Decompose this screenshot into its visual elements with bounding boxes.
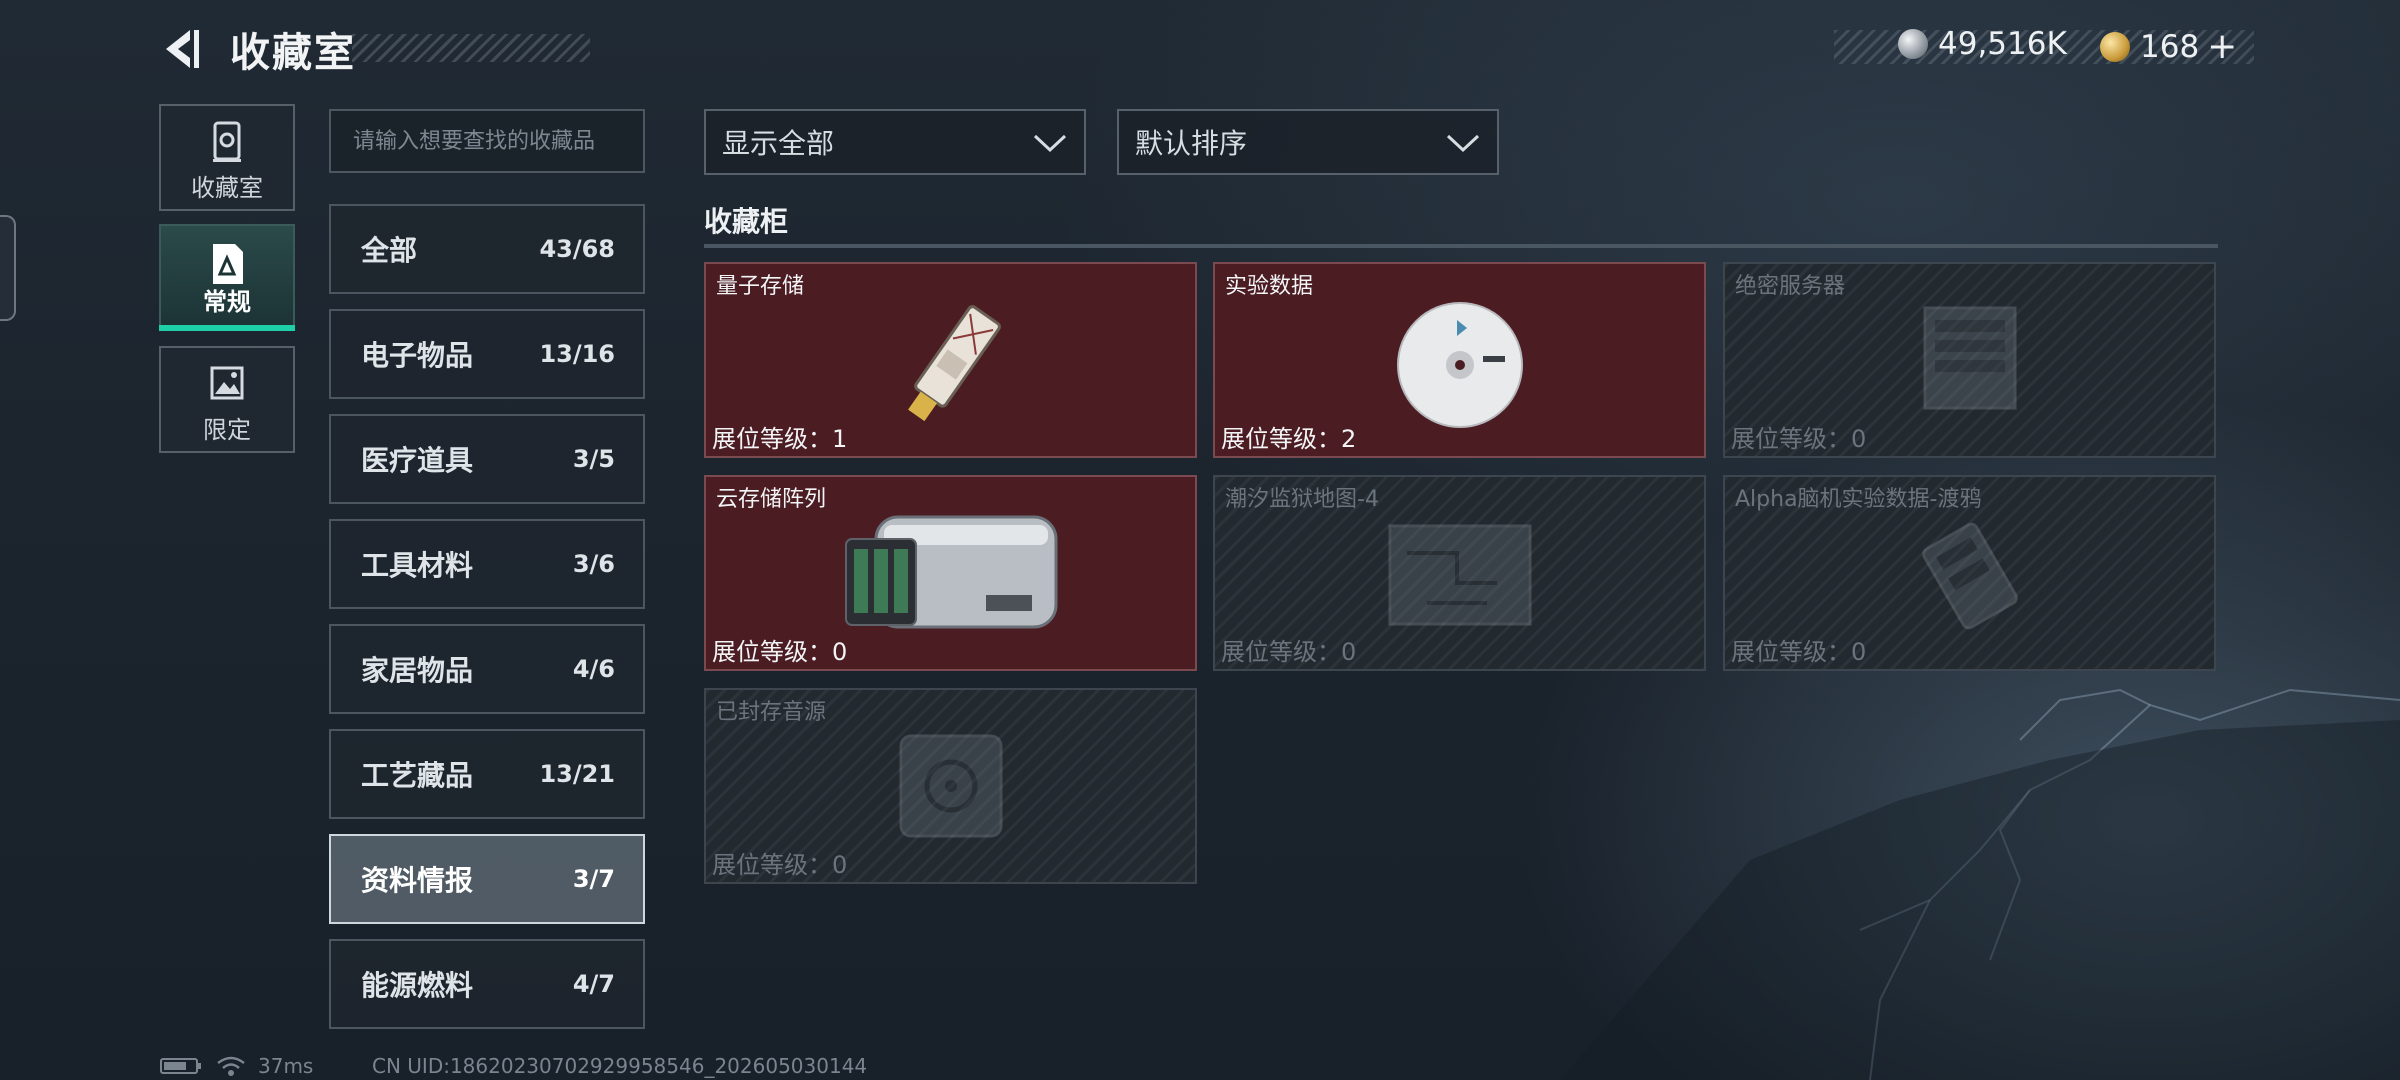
- server-icon: [1923, 306, 2017, 410]
- category-medical[interactable]: 医疗道具 3/5: [329, 414, 645, 504]
- category-count: 3/6: [572, 550, 615, 578]
- nav-regular[interactable]: 常规: [159, 224, 295, 331]
- silver-currency: 49,516K: [1898, 26, 2067, 62]
- display-filter-dropdown[interactable]: 显示全部: [704, 109, 1086, 175]
- page-title: 收藏室: [230, 30, 356, 76]
- category-count: 13/21: [539, 760, 615, 788]
- wifi-icon: [217, 1056, 245, 1076]
- nav-regular-label: 常规: [203, 288, 251, 316]
- item-level: 展位等级：0: [1731, 425, 1867, 453]
- item-name: 已封存音源: [716, 700, 827, 725]
- category-electronics[interactable]: 电子物品 13/16: [329, 309, 645, 399]
- side-edge-handle[interactable]: [0, 215, 16, 321]
- vault-icon: [213, 121, 241, 162]
- nav-limited-label: 限定: [203, 416, 251, 444]
- collection-card-experiment-data[interactable]: 实验数据 展位等级：2: [1213, 262, 1706, 458]
- battery-indicator: [160, 1054, 202, 1078]
- category-name: 资料情报: [361, 864, 474, 897]
- category-name: 工艺藏品: [361, 759, 474, 792]
- document-icon: [213, 244, 243, 284]
- item-level: 展位等级：1: [712, 425, 848, 453]
- collection-card-top-secret-server[interactable]: 绝密服务器 展位等级：0: [1723, 262, 2216, 458]
- back-button[interactable]: [156, 24, 206, 74]
- category-name: 工具材料: [361, 549, 474, 582]
- collection-card-sealed-audio-source[interactable]: 已封存音源 展位等级：0: [704, 688, 1197, 884]
- item-name: 实验数据: [1225, 274, 1314, 299]
- section-title: 收藏柜: [704, 205, 789, 238]
- chevron-down-icon: [1033, 134, 1067, 153]
- section-divider: [704, 244, 2218, 248]
- item-name: Alpha脑机实验数据-渡鸦: [1735, 487, 1982, 512]
- title-decoration: [352, 34, 590, 62]
- nav-vault-label: 收藏室: [191, 174, 263, 202]
- category-count: 3/5: [572, 445, 615, 473]
- gold-currency: 168 +: [2100, 26, 2237, 67]
- ping-value: 37ms: [258, 1054, 314, 1078]
- sort-dropdown[interactable]: 默认排序: [1117, 109, 1499, 175]
- uid-text: CN UID:1862023070292995854​6_20260503014…: [372, 1054, 868, 1078]
- category-count: 43/68: [539, 235, 615, 263]
- category-energy[interactable]: 能源燃料 4/7: [329, 939, 645, 1029]
- item-level: 展位等级：0: [712, 851, 848, 879]
- storage-array-icon: [845, 515, 1058, 629]
- collection-card-tide-prison-map[interactable]: 潮汐监狱地图-4 展位等级：0: [1213, 475, 1706, 671]
- category-tools[interactable]: 工具材料 3/6: [329, 519, 645, 609]
- silver-currency-value: 49,516K: [1938, 26, 2067, 62]
- search-input[interactable]: [329, 109, 645, 173]
- display-filter-value: 显示全部: [722, 127, 835, 160]
- category-count: 4/6: [572, 655, 615, 683]
- item-name: 量子存储: [716, 274, 805, 299]
- gold-coin-icon: [2100, 31, 2130, 62]
- category-name: 能源燃料: [361, 969, 474, 1002]
- category-crafts[interactable]: 工艺藏品 13/21: [329, 729, 645, 819]
- battery-icon: [160, 1058, 201, 1074]
- gold-currency-value: 168: [2140, 28, 2200, 65]
- chevron-down-icon: [1446, 134, 1480, 153]
- data-module-icon: [1922, 522, 2018, 630]
- category-name: 家居物品: [361, 654, 474, 687]
- item-level: 展位等级：2: [1221, 425, 1357, 453]
- item-name: 云存储阵列: [716, 487, 827, 512]
- nav-vault[interactable]: 收藏室: [159, 104, 295, 211]
- category-name: 全部: [361, 234, 418, 267]
- category-intel[interactable]: 资料情报 3/7: [329, 834, 645, 924]
- add-currency-button[interactable]: +: [2207, 26, 2237, 67]
- image-icon: [210, 366, 244, 400]
- item-name: 潮汐监狱地图-4: [1225, 487, 1379, 512]
- audio-device-icon: [899, 734, 1003, 838]
- item-level: 展位等级：0: [1221, 638, 1357, 666]
- item-name: 绝密服务器: [1735, 274, 1846, 299]
- back-arrow-icon: [166, 30, 199, 68]
- category-count: 13/16: [539, 340, 615, 368]
- network-status: 37ms: [216, 1054, 313, 1078]
- usb-drive-icon: [908, 305, 1001, 422]
- nav-limited[interactable]: 限定: [159, 346, 295, 453]
- item-level: 展位等级：0: [712, 638, 848, 666]
- item-level: 展位等级：0: [1731, 638, 1867, 666]
- map-icon: [1388, 524, 1532, 626]
- active-indicator: [159, 325, 295, 331]
- category-household[interactable]: 家居物品 4/6: [329, 624, 645, 714]
- disc-icon: [1397, 302, 1523, 428]
- category-count: 4/7: [572, 970, 615, 998]
- category-count: 3/7: [572, 865, 615, 893]
- category-name: 医疗道具: [361, 444, 474, 477]
- category-name: 电子物品: [361, 339, 474, 372]
- collection-card-cloud-storage-array[interactable]: 云存储阵列 展位等级：0: [704, 475, 1197, 671]
- silver-coin-icon: [1898, 29, 1928, 59]
- category-all[interactable]: 全部 43/68: [329, 204, 645, 294]
- collection-card-alpha-brain-data[interactable]: Alpha脑机实验数据-渡鸦 展位等级：0: [1723, 475, 2216, 671]
- collection-card-quantum-storage[interactable]: 量子存储 展位等级：1: [704, 262, 1197, 458]
- sort-value: 默认排序: [1135, 127, 1248, 160]
